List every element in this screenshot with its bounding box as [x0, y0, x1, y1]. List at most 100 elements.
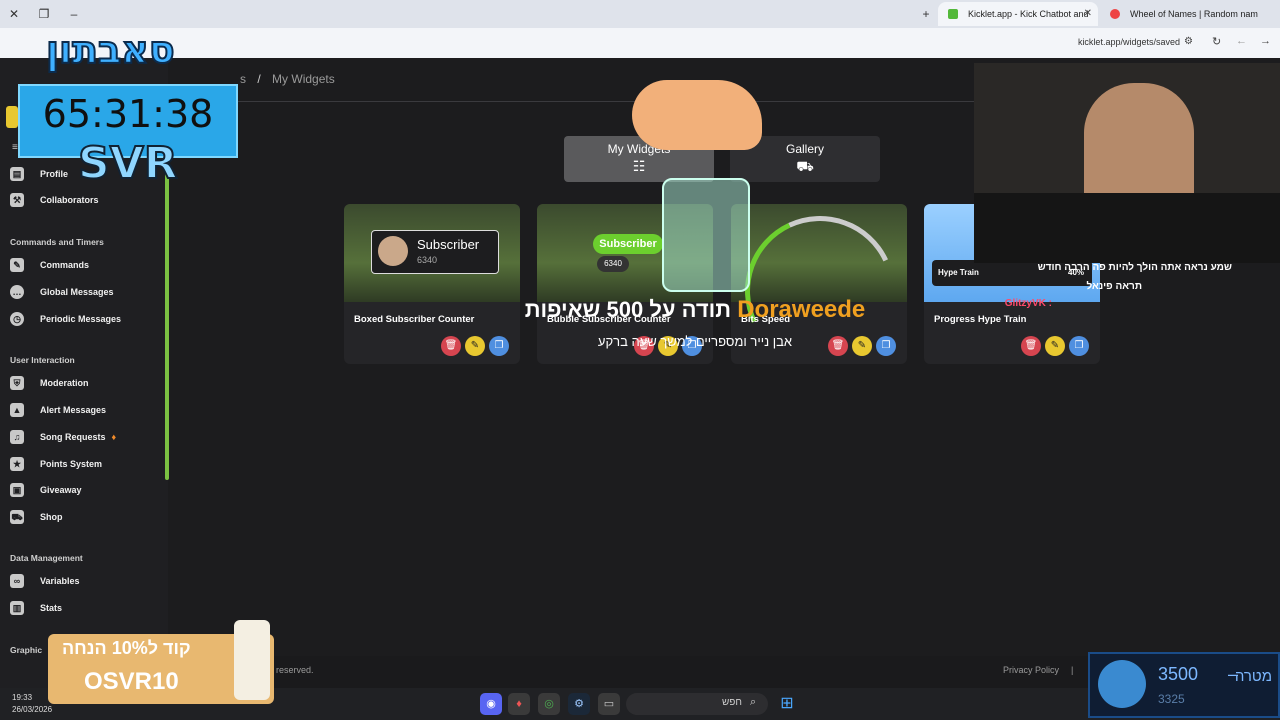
edit-icon[interactable]: ✎ — [1045, 336, 1065, 356]
preview-count: 6340 — [597, 256, 629, 272]
chrome-icon[interactable]: ◎ — [538, 693, 560, 715]
chat-overlay: שמע נראה אתה הולך להיות פה הרבה חודש תרא… — [932, 262, 1232, 322]
tab-title: Wheel of Names | Random nam — [1130, 9, 1258, 19]
delete-icon[interactable]: 🗑 — [828, 336, 848, 356]
goal-value: 3500 — [1158, 664, 1199, 684]
wrench-icon: ✎ — [10, 258, 24, 272]
goal-current: 3325 — [1158, 692, 1185, 706]
section-title: Graphic — [10, 645, 43, 655]
delete-icon[interactable]: 🗑 — [1021, 336, 1041, 356]
collaborators-icon: ⚒ — [10, 193, 24, 207]
file-explorer-icon[interactable]: ▭ — [598, 693, 620, 715]
widget-card[interactable]: Subscriber 6340 Boxed Subscriber Counter… — [344, 204, 520, 364]
clock-icon: ◷ — [10, 312, 24, 326]
copy-icon[interactable]: ❐ — [1069, 336, 1089, 356]
sidebar-item-song-requests[interactable]: ♫ Song Requests ♦ — [10, 427, 160, 447]
tab-wheel-of-names[interactable]: Wheel of Names | Random nam — [1100, 2, 1258, 26]
kicklet-favicon-icon — [948, 9, 958, 19]
sidebar-item-alert-messages[interactable]: ▲ Alert Messages — [10, 400, 160, 420]
shield-icon: ⛨ — [10, 376, 24, 390]
profile-icon: ▤ — [10, 167, 24, 181]
minimize-window-icon[interactable]: – — [66, 6, 82, 22]
promo-text: קוד ל10% הנחה — [62, 638, 191, 658]
gift-icon: ▣ — [10, 483, 24, 497]
taskbar-search[interactable]: חפש ⌕ — [626, 693, 768, 715]
back-icon[interactable]: → — [1260, 35, 1271, 47]
copy-icon[interactable]: ❐ — [876, 336, 896, 356]
chart-icon: ▥ — [10, 601, 24, 615]
perfume-bottle — [234, 620, 270, 700]
database-icon: ☷ — [632, 158, 646, 174]
edit-icon[interactable]: ✎ — [465, 336, 485, 356]
sidebar-item-variables[interactable]: ∞ Variables — [10, 571, 160, 591]
chat-message: שמע נראה אתה הולך להיות פה הרבה חודש — [1037, 262, 1232, 273]
new-tab-button[interactable]: + — [918, 6, 934, 22]
section-title: Commands and Timers — [10, 237, 104, 247]
close-tab-icon[interactable] — [1110, 9, 1120, 19]
streamer-tag: SVR — [77, 137, 179, 190]
warning-icon: ▲ — [10, 403, 24, 417]
goal-label: מטרה — [1234, 668, 1272, 685]
preview-count: 6340 — [417, 255, 438, 265]
chat-icon: … — [10, 285, 24, 299]
subscriber-preview: Subscriber 6340 — [371, 230, 499, 274]
webcam-feed — [974, 63, 1280, 263]
search-placeholder: חפש — [722, 697, 742, 708]
discord-icon[interactable]: ◉ — [480, 693, 502, 715]
copy-icon[interactable]: ❐ — [489, 336, 509, 356]
thumbs-up-sticker — [632, 80, 762, 150]
sidebar-item-stats[interactable]: ▥ Stats — [10, 598, 160, 618]
hoodie-silhouette — [974, 193, 1280, 263]
donation-user: Doraweede — [737, 296, 866, 323]
forward-icon[interactable]: ← — [1236, 35, 1247, 47]
sidebar-item-giveaway[interactable]: ▣ Giveaway — [10, 480, 160, 500]
subathon-timer: 65:31:38 — [42, 92, 214, 136]
sidebar-item-moderation[interactable]: ⛨ Moderation — [10, 373, 160, 393]
steam-icon[interactable]: ⚙ — [568, 693, 590, 715]
close-window-icon[interactable]: ✕ — [6, 6, 22, 22]
delete-icon[interactable]: 🗑 — [441, 336, 461, 356]
breadcrumb: s / My Widgets — [240, 72, 335, 86]
donation-line: תודה על 500 שאיפות — [524, 297, 732, 322]
pin-icon[interactable]: ♦ — [508, 693, 530, 715]
section-title: User Interaction — [10, 355, 75, 365]
sidebar-item-shop[interactable]: ⛟ Shop — [10, 507, 160, 527]
sidebar-scrollbar[interactable] — [165, 150, 169, 480]
reload-icon[interactable]: ↻ — [1212, 35, 1221, 48]
clock-time: 19:33 — [12, 693, 33, 702]
sidebar-item-collaborators[interactable]: ⚒ Collaborators — [10, 190, 160, 210]
fire-icon: ♦ — [111, 432, 117, 442]
star-icon: ★ — [10, 457, 24, 471]
windows-start-icon[interactable]: ⊞ — [776, 693, 798, 715]
preview-label: Subscriber — [593, 234, 663, 254]
goal-widget: 3500 – מטרה 3325 — [1088, 652, 1280, 718]
clock-date: 26/03/2026 — [12, 705, 53, 714]
promo-banner: קוד ל10% הנחה OSVR10 — [48, 620, 274, 704]
tab-kicklet[interactable]: Kicklet.app - Kick Chatbot and ✕ — [938, 2, 1098, 26]
edit-icon[interactable]: ✎ — [852, 336, 872, 356]
sidebar-item-commands[interactable]: ✎ Commands — [10, 255, 160, 275]
avatar — [1098, 660, 1146, 708]
menu-icon[interactable]: ≡ — [12, 142, 18, 153]
address-bar[interactable]: kicklet.app/widgets/saved — [1078, 37, 1180, 47]
breadcrumb-separator: / — [257, 72, 261, 86]
search-icon: ⌕ — [750, 696, 757, 708]
preview-label: Subscriber — [417, 237, 480, 252]
tab-title: Kicklet.app - Kick Chatbot and — [968, 9, 1089, 19]
privacy-policy-link[interactable]: Privacy Policy — [1003, 665, 1059, 675]
footer-rights: reserved. — [276, 665, 314, 675]
sidebar-item-global-messages[interactable]: … Global Messages — [10, 282, 160, 302]
close-tab-icon[interactable]: ✕ — [1084, 2, 1092, 26]
music-icon: ♫ — [10, 430, 24, 444]
donation-message: אבן נייר ומספריים למשך שעה ברקע — [597, 334, 793, 349]
breadcrumb-prev[interactable]: s — [240, 72, 246, 86]
restore-window-icon[interactable]: ❐ — [36, 6, 52, 22]
sidebar-item-points-system[interactable]: ★ Points System — [10, 454, 160, 474]
sidebar-collapse-icon[interactable] — [6, 106, 18, 128]
page-settings-icon[interactable]: ⚙ — [1184, 36, 1193, 47]
chat-message: תראה פינאל — [1086, 281, 1142, 292]
sidebar-item-periodic-messages[interactable]: ◷ Periodic Messages — [10, 309, 160, 329]
chat-message: GlitzyVK : — [1004, 298, 1052, 309]
channel-logo: סאבתון — [45, 27, 176, 73]
breadcrumb-current: My Widgets — [272, 72, 335, 86]
